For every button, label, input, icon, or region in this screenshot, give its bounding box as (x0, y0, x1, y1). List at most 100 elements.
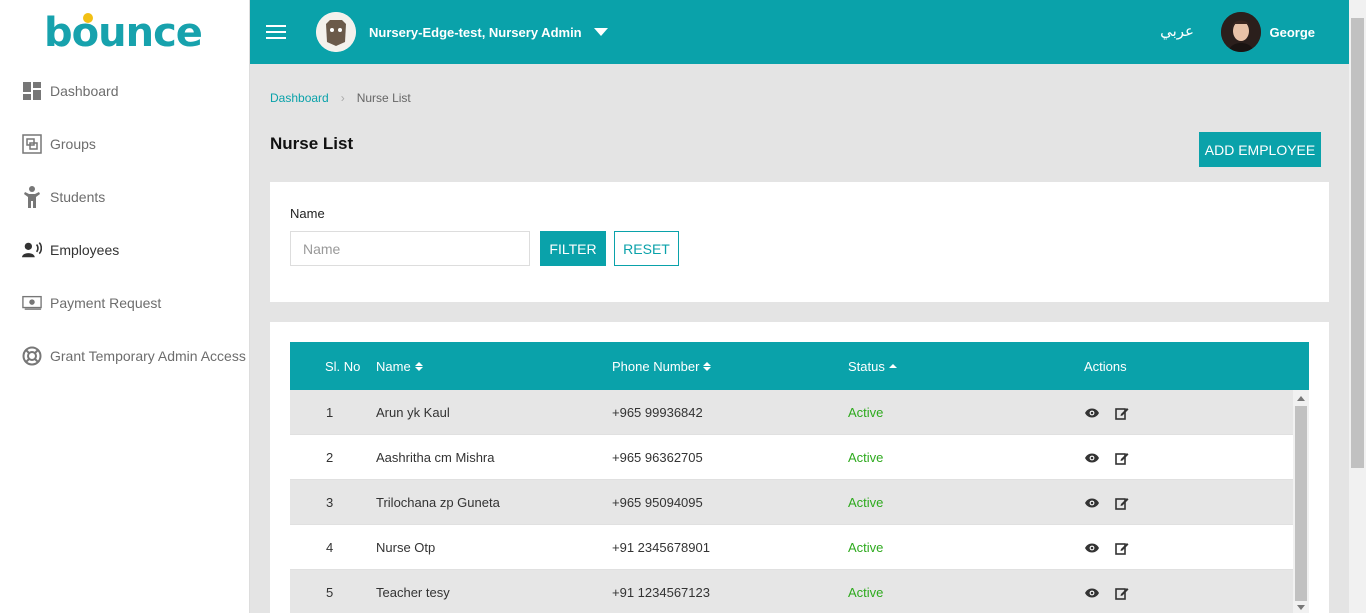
groups-icon (22, 133, 42, 154)
dashboard-icon (22, 81, 42, 101)
sidebar-item-label: Dashboard (50, 82, 119, 99)
sidebar: bounce Dashboard Groups Students Employe… (0, 0, 250, 613)
status-badge: Active (848, 405, 884, 420)
add-employee-button[interactable]: ADD EMPLOYEE (1199, 132, 1321, 167)
student-icon (22, 185, 42, 208)
cell-name: Arun yk Kaul (376, 405, 450, 420)
status-badge: Active (848, 540, 884, 555)
cell-sl-no: 1 (326, 405, 334, 420)
scroll-up-arrow-icon[interactable] (1297, 396, 1305, 401)
table-row: 4 Nurse Otp +91 2345678901 Active (290, 525, 1293, 570)
breadcrumb-current: Nurse List (356, 91, 411, 105)
cell-phone: +965 96362705 (612, 450, 703, 465)
svg-text:bounce: bounce (44, 10, 202, 54)
column-header-label: Status (848, 358, 885, 374)
cell-phone: +965 99936842 (612, 405, 703, 420)
cell-name: Aashritha cm Mishra (376, 450, 495, 465)
edit-icon[interactable] (1114, 405, 1130, 421)
cell-actions (1084, 435, 1130, 480)
view-eye-icon[interactable] (1084, 585, 1100, 601)
cell-actions (1084, 570, 1130, 613)
sidebar-item-label: Payment Request (50, 294, 162, 311)
sidebar-item-label: Groups (50, 135, 96, 152)
sidebar-item-label: Grant Temporary Admin Access (50, 347, 246, 364)
breadcrumb: Dashboard › Nurse List (270, 91, 411, 105)
table-header: Sl. No Name Phone Number Status Actions (290, 342, 1309, 390)
user-name[interactable]: George (1269, 25, 1315, 40)
sort-icon (414, 361, 423, 371)
bounce-logo[interactable]: bounce (0, 0, 249, 64)
sidebar-nav: Dashboard Groups Students Employees Paym… (0, 64, 249, 382)
cell-sl-no: 3 (326, 495, 334, 510)
sidebar-item-employees[interactable]: Employees (0, 223, 249, 276)
nurse-table-panel: Sl. No Name Phone Number Status Actions … (270, 322, 1329, 613)
table-body: 1 Arun yk Kaul +965 99936842 Active 2 Aashrit… (290, 390, 1293, 613)
cell-sl-no: 4 (326, 540, 334, 555)
scroll-thumb[interactable] (1295, 406, 1307, 601)
school-name[interactable]: Nursery-Edge-test, Nursery Admin (369, 25, 582, 40)
reset-button[interactable]: RESET (614, 231, 679, 266)
page-scrollbar[interactable] (1349, 0, 1366, 613)
filter-button[interactable]: FILTER (540, 231, 606, 266)
status-badge: Active (848, 495, 884, 510)
table-row: 2 Aashritha cm Mishra +965 96362705 Active (290, 435, 1293, 480)
cell-actions (1084, 480, 1130, 525)
column-header-actions: Actions (1084, 342, 1127, 390)
cell-name: Nurse Otp (376, 540, 436, 555)
page-title: Nurse List (270, 134, 354, 153)
edit-icon[interactable] (1114, 495, 1130, 511)
sidebar-item-label: Employees (50, 241, 120, 258)
cell-sl-no: 5 (326, 585, 334, 600)
cell-phone: +965 95094095 (612, 495, 703, 510)
language-toggle[interactable]: عربي (1160, 22, 1194, 40)
name-filter-label: Name (290, 206, 325, 221)
column-header-label: Phone Number (612, 358, 700, 374)
cell-actions (1084, 525, 1130, 570)
lifebuoy-icon (22, 346, 42, 366)
table-row: 1 Arun yk Kaul +965 99936842 Active (290, 390, 1293, 435)
view-eye-icon[interactable] (1084, 405, 1100, 421)
sidebar-item-groups[interactable]: Groups (0, 117, 249, 170)
column-header-status[interactable]: Status (848, 342, 897, 390)
status-badge: Active (848, 585, 884, 600)
table-row: 3 Trilochana zp Guneta +965 95094095 Active (290, 480, 1293, 525)
cell-phone: +91 1234567123 (612, 585, 710, 600)
school-avatar[interactable] (316, 12, 356, 52)
table-row: 5 Teacher tesy +91 1234567123 Active (290, 570, 1293, 613)
payment-icon (22, 293, 42, 313)
scroll-down-arrow-icon[interactable] (1297, 605, 1305, 610)
edit-icon[interactable] (1114, 585, 1130, 601)
sidebar-item-payment-request[interactable]: Payment Request (0, 276, 249, 329)
cell-name: Trilochana zp Guneta (376, 495, 500, 510)
cell-actions (1084, 390, 1130, 435)
column-header-phone[interactable]: Phone Number (612, 342, 712, 390)
edit-icon[interactable] (1114, 540, 1130, 556)
column-header-sl-no: Sl. No (325, 342, 360, 390)
edit-icon[interactable] (1114, 450, 1130, 466)
avatar[interactable] (1221, 12, 1261, 52)
employees-icon (22, 240, 42, 260)
top-bar: Nursery-Edge-test, Nursery Admin عربي Ge… (250, 0, 1349, 64)
cell-name: Teacher tesy (376, 585, 450, 600)
cell-phone: +91 2345678901 (612, 540, 710, 555)
cell-sl-no: 2 (326, 450, 334, 465)
sidebar-item-students[interactable]: Students (0, 170, 249, 223)
table-scrollbar[interactable] (1293, 390, 1309, 613)
breadcrumb-home-link[interactable]: Dashboard (270, 91, 329, 105)
sort-asc-icon (888, 363, 897, 369)
chevron-down-icon[interactable] (593, 28, 608, 36)
view-eye-icon[interactable] (1084, 495, 1100, 511)
name-filter-input[interactable] (290, 231, 530, 266)
view-eye-icon[interactable] (1084, 450, 1100, 466)
column-header-label: Name (376, 358, 411, 374)
status-badge: Active (848, 450, 884, 465)
sidebar-item-label: Students (50, 188, 106, 205)
column-header-label: Actions (1084, 358, 1127, 374)
menu-icon[interactable] (266, 25, 286, 39)
column-header-name[interactable]: Name (376, 342, 423, 390)
column-header-label: Sl. No (325, 358, 361, 374)
sidebar-item-grant-admin-access[interactable]: Grant Temporary Admin Access (0, 329, 249, 382)
view-eye-icon[interactable] (1084, 540, 1100, 556)
filter-panel: Name FILTER RESET (270, 182, 1329, 302)
sidebar-item-dashboard[interactable]: Dashboard (0, 64, 249, 117)
